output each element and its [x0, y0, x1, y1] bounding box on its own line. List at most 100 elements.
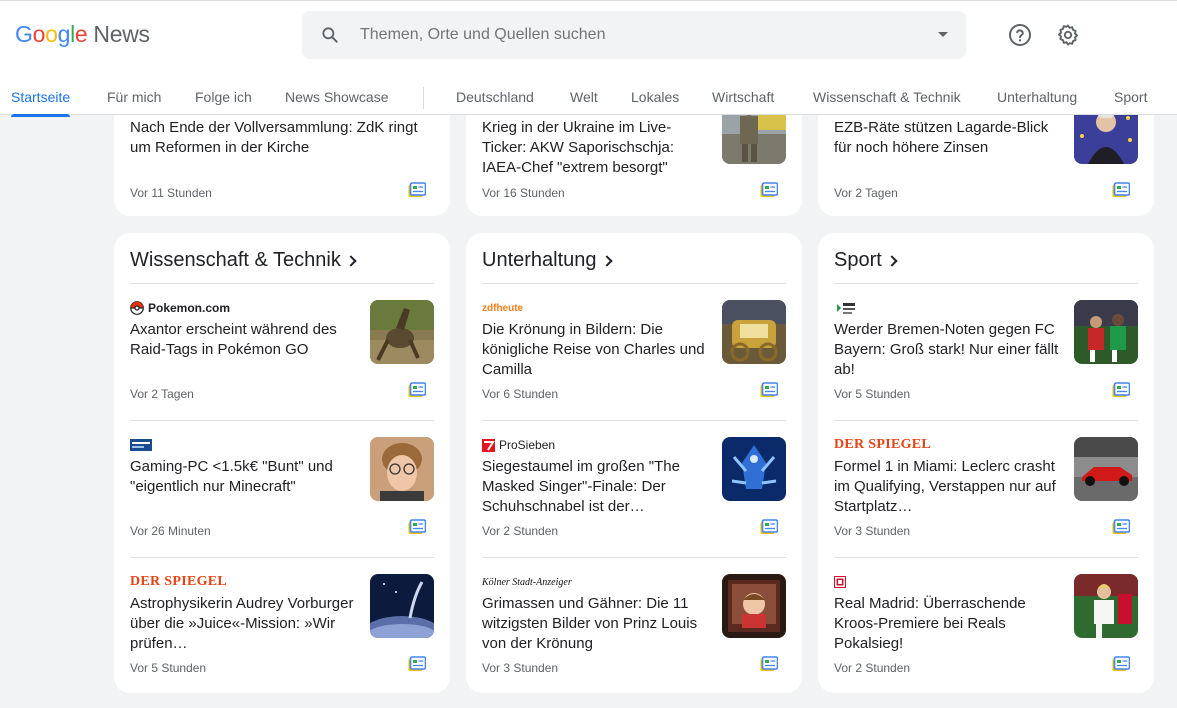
- full-coverage-icon[interactable]: [1112, 382, 1130, 398]
- story-source[interactable]: [130, 437, 152, 453]
- full-coverage-icon[interactable]: [408, 519, 426, 535]
- story-headline[interactable]: Grimassen und Gähner: Die 11 witzigsten …: [482, 594, 710, 654]
- search-box[interactable]: [302, 11, 966, 59]
- story-thumbnail[interactable]: [370, 574, 434, 638]
- tab-wirtschaft[interactable]: Wirtschaft: [712, 89, 774, 105]
- tab-wissenschaft-technik[interactable]: Wissenschaft & Technik: [813, 89, 961, 105]
- story-source[interactable]: DER SPIEGEL: [834, 437, 931, 453]
- source-name: Pokemon.com: [148, 301, 231, 315]
- story-time: Vor 5 Stunden: [130, 661, 207, 675]
- story-item[interactable]: ProSieben Siegestaumel im großen "The Ma…: [482, 420, 786, 557]
- story-item[interactable]: DER SPIEGEL Astrophysikerin Audrey Vorbu…: [130, 557, 434, 693]
- story-time: Vor 2 Stunden: [482, 524, 559, 538]
- tab-sport[interactable]: Sport: [1114, 89, 1147, 105]
- search-input[interactable]: [360, 26, 920, 44]
- full-coverage-icon[interactable]: [1112, 519, 1130, 535]
- story-item[interactable]: Gaming-PC <1.5k€ "Bunt" und "eigentlich …: [130, 420, 434, 557]
- story-item[interactable]: DER SPIEGEL Formel 1 in Miami: Leclerc c…: [834, 420, 1138, 557]
- section-title-link[interactable]: Unterhaltung: [482, 249, 613, 272]
- full-coverage-icon[interactable]: [408, 382, 426, 398]
- story-source[interactable]: Kölner Stadt-Anzeiger: [482, 574, 572, 590]
- story-thumbnail[interactable]: [722, 574, 786, 638]
- full-coverage-icon[interactable]: [760, 519, 778, 535]
- tab-lokales[interactable]: Lokales: [631, 89, 679, 105]
- story-source[interactable]: [834, 574, 846, 590]
- story-thumbnail[interactable]: [370, 437, 434, 501]
- tab-folge-ich[interactable]: Folge ich: [195, 89, 252, 105]
- story-headline[interactable]: Werder Bremen-Noten gegen FC Bayern: Gro…: [834, 320, 1062, 380]
- story-headline[interactable]: EZB-Räte stützen Lagarde-Blick für noch …: [834, 118, 1062, 158]
- full-coverage-icon[interactable]: [1112, 182, 1130, 198]
- story-source[interactable]: [834, 300, 856, 316]
- story-time: Vor 26 Minuten: [130, 524, 211, 538]
- story-time: Vor 2 Tagen: [834, 186, 898, 200]
- gear-icon[interactable]: [1056, 23, 1080, 47]
- story-item[interactable]: Real Madrid: Überraschende Kroos-Premier…: [834, 557, 1138, 693]
- story-source[interactable]: zdfheute: [482, 300, 523, 316]
- prosieben-icon: [482, 438, 495, 452]
- story-source[interactable]: DER SPIEGEL: [130, 574, 227, 590]
- source-name: ProSieben: [499, 438, 556, 452]
- spiegel-logo: DER SPIEGEL: [130, 574, 228, 589]
- section-card-unterhaltung: Unterhaltung zdfheute Die Krönung in Bil…: [466, 233, 802, 693]
- section-title-link[interactable]: Wissenschaft & Technik: [130, 249, 357, 272]
- story-item[interactable]: Werder Bremen-Noten gegen FC Bayern: Gro…: [834, 284, 1138, 421]
- kicker-icon: [834, 576, 846, 588]
- chevron-right-icon: [600, 255, 613, 267]
- story-item[interactable]: Pokemon.com Axantor erscheint während de…: [130, 284, 434, 421]
- tab-welt[interactable]: Welt: [570, 89, 598, 105]
- full-coverage-icon[interactable]: [1112, 656, 1130, 672]
- story-time: Vor 3 Stunden: [482, 661, 559, 675]
- story-time: Vor 3 Stunden: [834, 524, 911, 538]
- story-headline[interactable]: Astrophysikerin Audrey Vorburger über di…: [130, 594, 358, 654]
- story-headline[interactable]: Siegestaumel im großen "The Masked Singe…: [482, 457, 710, 517]
- full-coverage-icon[interactable]: [760, 382, 778, 398]
- google-news-logo[interactable]: Google News: [15, 21, 150, 48]
- tab-deutschland[interactable]: Deutschland: [456, 89, 534, 105]
- tab-fuer-mich[interactable]: Für mich: [107, 89, 161, 105]
- story-headline[interactable]: Real Madrid: Überraschende Kroos-Premier…: [834, 594, 1062, 654]
- tab-unterhaltung[interactable]: Unterhaltung: [997, 89, 1077, 105]
- story-thumbnail[interactable]: [1074, 300, 1138, 364]
- full-coverage-icon[interactable]: [408, 656, 426, 672]
- story-thumbnail[interactable]: [370, 300, 434, 364]
- full-coverage-icon[interactable]: [408, 182, 426, 198]
- story-time: Vor 11 Stunden: [130, 186, 212, 200]
- story-headline[interactable]: Die Krönung in Bildern: Die königliche R…: [482, 320, 710, 380]
- story-thumbnail[interactable]: [722, 300, 786, 364]
- story-headline[interactable]: Axantor erscheint während des Raid-Tags …: [130, 320, 358, 360]
- full-coverage-icon[interactable]: [760, 656, 778, 672]
- spiegel-logo: DER SPIEGEL: [834, 437, 932, 452]
- logo-brand: Google: [15, 21, 88, 47]
- deichstube-logo: [837, 302, 855, 314]
- section-nav: Startseite Für mich Folge ich News Showc…: [0, 77, 1177, 117]
- tab-startseite[interactable]: Startseite: [11, 89, 71, 117]
- chevron-right-icon: [345, 255, 357, 267]
- tab-news-showcase[interactable]: News Showcase: [285, 89, 389, 105]
- story-item[interactable]: Kölner Stadt-Anzeiger Grimassen und Gähn…: [482, 557, 786, 693]
- chevron-right-icon: [886, 255, 898, 267]
- story-item[interactable]: Nach Ende der Vollversammlung: ZdK ringt…: [130, 118, 434, 216]
- story-item[interactable]: EZB-Räte stützen Lagarde-Blick für noch …: [834, 100, 1138, 216]
- story-thumbnail[interactable]: [1074, 574, 1138, 638]
- gamestar-logo: [130, 439, 152, 451]
- story-source[interactable]: ProSieben: [482, 437, 555, 453]
- pokeball-icon: [130, 301, 144, 315]
- chevron-down-icon[interactable]: [938, 32, 948, 37]
- story-thumbnail[interactable]: [722, 437, 786, 501]
- story-headline[interactable]: Krieg in der Ukraine im Live-Ticker: AKW…: [482, 118, 710, 178]
- story-headline[interactable]: Formel 1 in Miami: Leclerc crasht im Qua…: [834, 457, 1062, 517]
- story-headline[interactable]: Nach Ende der Vollversammlung: ZdK ringt…: [130, 118, 420, 158]
- top-bar: Google News Startseite Für mich Folge ic…: [0, 0, 1177, 117]
- section-title-link[interactable]: Sport: [834, 249, 898, 272]
- story-time: Vor 16 Stunden: [482, 186, 565, 200]
- full-coverage-icon[interactable]: [760, 182, 778, 198]
- story-thumbnail[interactable]: [1074, 437, 1138, 501]
- story-source[interactable]: Pokemon.com: [130, 300, 230, 316]
- search-icon[interactable]: [320, 25, 340, 45]
- story-item[interactable]: zdfheute Die Krönung in Bildern: Die kön…: [482, 284, 786, 421]
- story-headline[interactable]: Gaming-PC <1.5k€ "Bunt" und "eigentlich …: [130, 457, 358, 497]
- story-item[interactable]: Krieg in der Ukraine im Live-Ticker: AKW…: [482, 100, 786, 216]
- zdf-logo: zdfheute: [482, 302, 524, 314]
- help-icon[interactable]: [1008, 23, 1032, 47]
